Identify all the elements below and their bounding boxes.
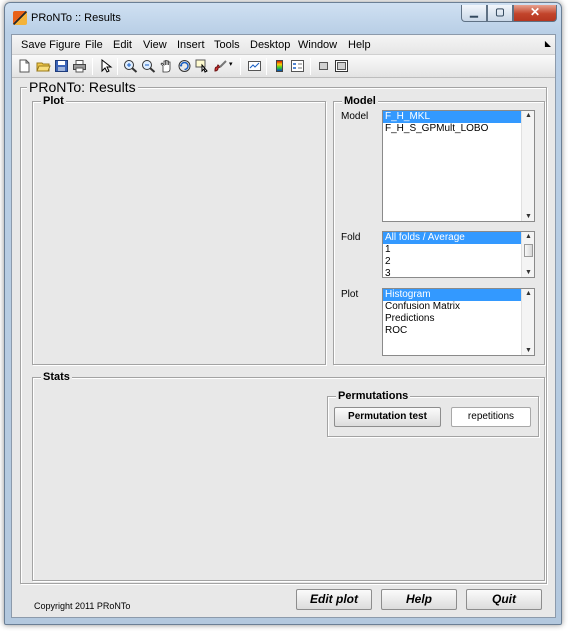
fold-listbox[interactable]: All folds / Average 1 2 3 ▲ ▼ bbox=[382, 231, 535, 278]
permutations-panel: Permutations Permutation test repetition… bbox=[327, 390, 539, 437]
print-icon[interactable] bbox=[72, 59, 87, 73]
menu-help[interactable]: Help bbox=[348, 39, 371, 51]
fold-label: Fold bbox=[341, 232, 361, 243]
scroll-thumb[interactable] bbox=[524, 244, 533, 257]
copyright-text: Copyright 2011 PRoNTo bbox=[34, 601, 131, 611]
toolbar-separator bbox=[92, 58, 93, 75]
edit-plot-button[interactable]: Edit plot bbox=[296, 589, 372, 610]
brush-dropdown-icon[interactable]: ▾ bbox=[229, 60, 233, 68]
rotate-3d-icon[interactable] bbox=[177, 59, 192, 73]
figure-window: PRoNTo :: Results ▁ ▢ ✕ Save Figure File… bbox=[4, 2, 562, 625]
menu-file[interactable]: File bbox=[85, 39, 103, 51]
menu-overflow-arrow-icon[interactable]: ◣ bbox=[545, 39, 551, 48]
stats-panel: Stats Permutations Permutation test repe… bbox=[32, 371, 545, 581]
plot-label: Plot bbox=[341, 289, 359, 300]
toolbar-separator bbox=[266, 58, 267, 75]
plot-type-listbox[interactable]: Histogram Confusion Matrix Predictions R… bbox=[382, 288, 535, 356]
model-label: Model bbox=[341, 111, 369, 122]
window-title: PRoNTo :: Results bbox=[31, 12, 121, 24]
menu-window[interactable]: Window bbox=[298, 39, 337, 51]
scroll-down-icon[interactable]: ▼ bbox=[525, 269, 532, 276]
brush-icon[interactable] bbox=[213, 59, 228, 73]
menu-edit[interactable]: Edit bbox=[113, 39, 132, 51]
toolbar-separator bbox=[240, 58, 241, 75]
scroll-up-icon[interactable]: ▲ bbox=[525, 233, 532, 240]
permutations-panel-title: Permutations bbox=[336, 390, 411, 402]
scroll-up-icon[interactable]: ▲ bbox=[525, 290, 532, 297]
menu-desktop[interactable]: Desktop bbox=[250, 39, 290, 51]
scroll-up-icon[interactable]: ▲ bbox=[525, 112, 532, 119]
list-item[interactable]: All folds / Average bbox=[383, 232, 534, 244]
menu-bar: Save Figure File Edit View Insert Tools … bbox=[12, 35, 555, 55]
model-listbox[interactable]: F_H_MKL F_H_S_GPMult_LOBO ▲ ▼ bbox=[382, 110, 535, 222]
zoom-out-icon[interactable] bbox=[141, 59, 156, 73]
repetitions-input[interactable]: repetitions bbox=[451, 407, 531, 427]
scroll-down-icon[interactable]: ▼ bbox=[525, 347, 532, 354]
show-plot-tools-icon[interactable] bbox=[334, 59, 349, 73]
list-item[interactable]: F_H_MKL bbox=[383, 111, 534, 123]
minimize-icon[interactable]: ▁ bbox=[461, 5, 487, 22]
list-item[interactable]: ROC bbox=[383, 325, 534, 337]
results-title: PRoNTo: Results bbox=[27, 79, 138, 95]
legend-icon[interactable] bbox=[290, 59, 305, 73]
link-plot-icon[interactable] bbox=[247, 59, 262, 73]
quit-button[interactable]: Quit bbox=[466, 589, 542, 610]
maximize-icon[interactable]: ▢ bbox=[487, 5, 513, 22]
new-file-icon[interactable] bbox=[17, 59, 32, 73]
toolbar-separator bbox=[117, 58, 118, 75]
fold-scrollbar[interactable]: ▲ ▼ bbox=[521, 232, 534, 277]
window-client-area: Save Figure File Edit View Insert Tools … bbox=[11, 34, 556, 618]
window-controls: ▁ ▢ ✕ bbox=[461, 5, 557, 22]
colorbar-icon[interactable] bbox=[272, 59, 287, 73]
list-item[interactable]: 2 bbox=[383, 256, 534, 268]
list-item[interactable]: Predictions bbox=[383, 313, 534, 325]
results-panel: PRoNTo: Results Plot Model Model F_H_MKL… bbox=[20, 79, 547, 584]
data-cursor-icon[interactable] bbox=[195, 59, 210, 73]
scroll-down-icon[interactable]: ▼ bbox=[525, 213, 532, 220]
list-item[interactable]: Confusion Matrix bbox=[383, 301, 534, 313]
open-folder-icon[interactable] bbox=[36, 59, 51, 73]
model-panel-title: Model bbox=[342, 95, 378, 107]
zoom-in-icon[interactable] bbox=[123, 59, 138, 73]
figure-toolbar: ▾ bbox=[12, 55, 555, 78]
menu-insert[interactable]: Insert bbox=[177, 39, 205, 51]
plot-panel: Plot bbox=[32, 95, 326, 365]
model-panel: Model Model F_H_MKL F_H_S_GPMult_LOBO ▲ … bbox=[333, 95, 545, 365]
close-icon[interactable]: ✕ bbox=[513, 5, 557, 22]
permutation-test-button[interactable]: Permutation test bbox=[334, 407, 441, 427]
plot-panel-title: Plot bbox=[41, 95, 66, 107]
results-figure: PRoNTo: Results Plot Model Model F_H_MKL… bbox=[12, 79, 555, 617]
pointer-icon[interactable] bbox=[98, 59, 113, 73]
matlab-logo-icon bbox=[13, 11, 27, 25]
title-bar[interactable]: PRoNTo :: Results ▁ ▢ ✕ bbox=[5, 3, 561, 33]
hide-plot-tools-icon[interactable] bbox=[316, 59, 331, 73]
menu-tools[interactable]: Tools bbox=[214, 39, 240, 51]
plot-type-scrollbar[interactable]: ▲ ▼ bbox=[521, 289, 534, 355]
list-item[interactable]: Histogram bbox=[383, 289, 534, 301]
help-button[interactable]: Help bbox=[381, 589, 457, 610]
model-scrollbar[interactable]: ▲ ▼ bbox=[521, 111, 534, 221]
toolbar-separator bbox=[310, 58, 311, 75]
pan-hand-icon[interactable] bbox=[159, 59, 174, 73]
save-icon[interactable] bbox=[54, 59, 69, 73]
list-item[interactable]: F_H_S_GPMult_LOBO bbox=[383, 123, 534, 135]
stats-panel-title: Stats bbox=[41, 371, 72, 383]
menu-save-figure[interactable]: Save Figure bbox=[21, 39, 80, 51]
list-item[interactable]: 1 bbox=[383, 244, 534, 256]
menu-view[interactable]: View bbox=[143, 39, 167, 51]
list-item[interactable]: 3 bbox=[383, 268, 534, 277]
